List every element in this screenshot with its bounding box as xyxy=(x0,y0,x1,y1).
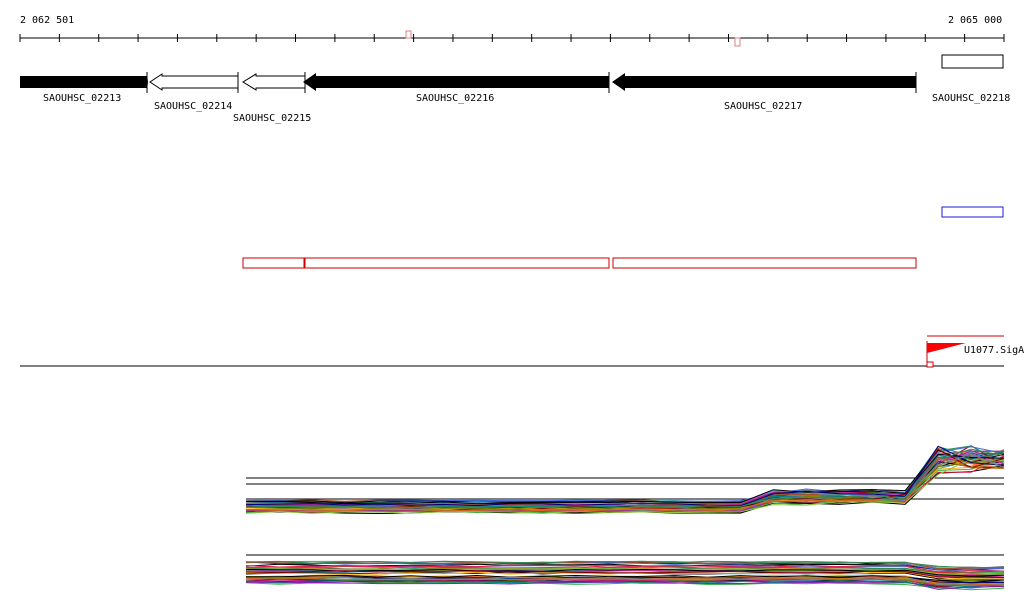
gene-box[interactable] xyxy=(941,54,1004,69)
gene-label: SAOUHSC_02215 xyxy=(233,113,311,124)
gene-arrow[interactable] xyxy=(242,73,306,91)
gene-label: SAOUHSC_02216 xyxy=(416,93,494,104)
gene-arrow[interactable] xyxy=(20,74,148,90)
promoter-marker[interactable] xyxy=(926,361,934,368)
annotation-track xyxy=(242,206,1004,269)
gene-feature[interactable]: SAOUHSC_02215 xyxy=(233,73,311,124)
gene-track: SAOUHSC_02213 SAOUHSC_02214 SAOUHSC_0221… xyxy=(20,54,1010,124)
red-feature-box[interactable] xyxy=(304,257,610,269)
ruler-end-label: 2 065 000 xyxy=(948,15,1002,26)
gene-label: SAOUHSC_02217 xyxy=(724,101,802,112)
coordinate-ruler: 2 062 501 2 065 000 xyxy=(19,15,1005,47)
gene-feature[interactable]: SAOUHSC_02213 xyxy=(20,74,148,104)
gene-feature[interactable]: SAOUHSC_02216 xyxy=(303,73,609,104)
red-feature-box[interactable] xyxy=(612,257,917,269)
gene-feature[interactable]: SAOUHSC_02214 xyxy=(149,73,239,112)
ruler-marker-1[interactable] xyxy=(405,30,412,39)
expression-panel-lower xyxy=(245,554,1005,591)
gene-label: SAOUHSC_02213 xyxy=(43,93,121,104)
gene-feature[interactable]: SAOUHSC_02218 xyxy=(932,54,1010,104)
gene-arrow[interactable] xyxy=(303,73,609,91)
ruler-marker-2[interactable] xyxy=(734,37,741,47)
blue-feature-box[interactable] xyxy=(941,206,1004,218)
gene-label: SAOUHSC_02218 xyxy=(932,93,1010,104)
gene-arrow[interactable] xyxy=(149,73,239,91)
red-feature-box[interactable] xyxy=(242,257,305,269)
promoter-label: U1077.SigA xyxy=(964,345,1024,356)
gene-feature[interactable]: SAOUHSC_02217 xyxy=(612,73,916,112)
gene-label: SAOUHSC_02214 xyxy=(154,101,232,112)
promoter-flag-icon[interactable] xyxy=(927,343,966,353)
expression-panel-upper xyxy=(245,445,1005,515)
ruler-start-label: 2 062 501 xyxy=(20,15,74,26)
gene-arrow[interactable] xyxy=(612,73,916,91)
promoter-track: U1077.SigA xyxy=(20,335,1024,368)
